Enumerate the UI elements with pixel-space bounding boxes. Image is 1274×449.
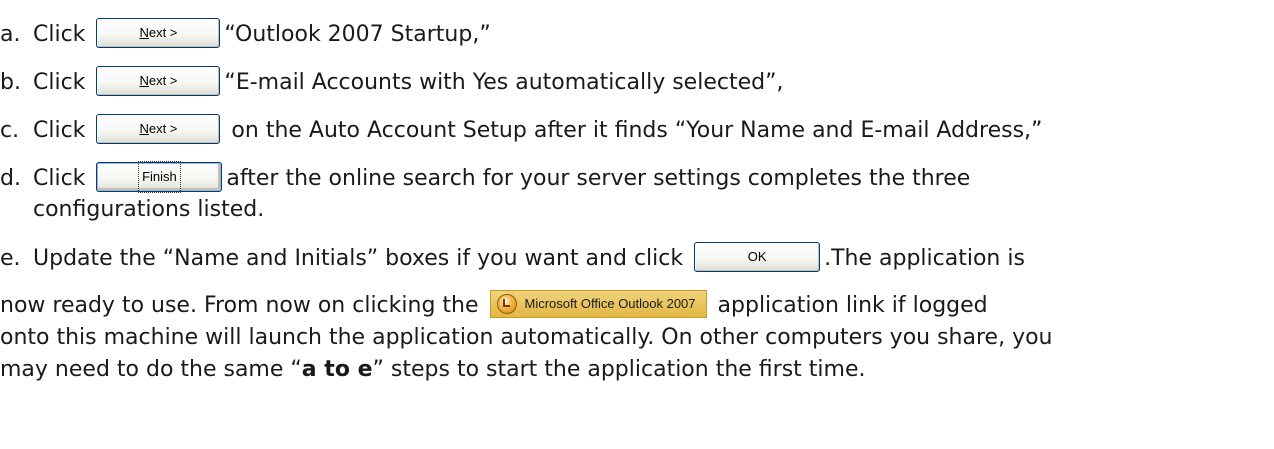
next-button-label: ext > <box>148 25 178 40</box>
next-button-mnemonic: N <box>139 73 149 88</box>
step-c: c. Click Next > on the Auto Account Setup… <box>0 114 1043 146</box>
step-d: d. Click Finish after the online search fo… <box>0 161 971 194</box>
step-a: a. Click Next > “Outlook 2007 Startup,” <box>0 18 491 50</box>
finish-button[interactable]: Finish <box>96 161 223 193</box>
step-text: ” steps to start the application the fir… <box>372 357 866 382</box>
emphasis-text: a to e <box>301 357 373 382</box>
instruction-document: a. Click Next > “Outlook 2007 Startup,” b.… <box>0 0 1274 449</box>
step-text: “Outlook 2007 Startup,” <box>224 22 491 47</box>
step-e-line3: onto this machine will launch the applic… <box>0 324 1053 352</box>
step-text: onto this machine will launch the applic… <box>0 325 1053 350</box>
outlook-link-label: Microsoft Office Outlook 2007 <box>524 296 696 311</box>
click-word: Click <box>33 70 86 95</box>
step-marker: c. <box>0 118 20 143</box>
step-text: after the online search for your server … <box>226 166 971 191</box>
step-text-after: .The application is <box>824 246 1025 271</box>
ok-button-label: OK <box>747 249 767 264</box>
step-d-continuation: configurations listed. <box>33 196 264 224</box>
step-text: Update the “Name and Initials” boxes if … <box>33 246 684 271</box>
step-b: b. Click Next > “E-mail Accounts with Yes … <box>0 66 784 98</box>
ok-button[interactable]: OK <box>694 242 821 272</box>
click-word: Click <box>33 166 86 191</box>
next-button[interactable]: Next > <box>96 114 221 144</box>
next-button-mnemonic: N <box>139 25 149 40</box>
next-button-label: ext > <box>148 73 178 88</box>
step-text: “E-mail Accounts with Yes automatically … <box>224 70 784 95</box>
step-text: now ready to use. From now on clicking t… <box>0 293 479 318</box>
click-word: Click <box>33 118 86 143</box>
step-e-line2: now ready to use. From now on clicking t… <box>0 290 988 320</box>
step-text: on the Auto Account Setup after it finds… <box>231 118 1043 143</box>
step-text: may need to do the same “ <box>0 357 302 382</box>
step-marker: e. <box>0 246 21 271</box>
outlook-icon <box>496 294 517 314</box>
click-word: Click <box>33 22 86 47</box>
finish-button-label: Finish <box>138 161 181 193</box>
step-text-continued: configurations listed. <box>33 197 265 222</box>
next-button[interactable]: Next > <box>96 18 221 48</box>
next-button-label: ext > <box>148 121 178 136</box>
next-button-mnemonic: N <box>139 121 149 136</box>
step-marker: b. <box>0 70 21 95</box>
next-button[interactable]: Next > <box>96 66 221 96</box>
step-e: e. Update the “Name and Initials” boxes i… <box>0 242 1025 274</box>
step-e-line4: may need to do the same “a to e” steps t… <box>0 356 866 384</box>
step-text: application link if logged <box>717 293 988 318</box>
step-marker: a. <box>0 22 21 47</box>
outlook-application-link[interactable]: Microsoft Office Outlook 2007 <box>489 290 707 318</box>
step-marker: d. <box>0 166 21 191</box>
